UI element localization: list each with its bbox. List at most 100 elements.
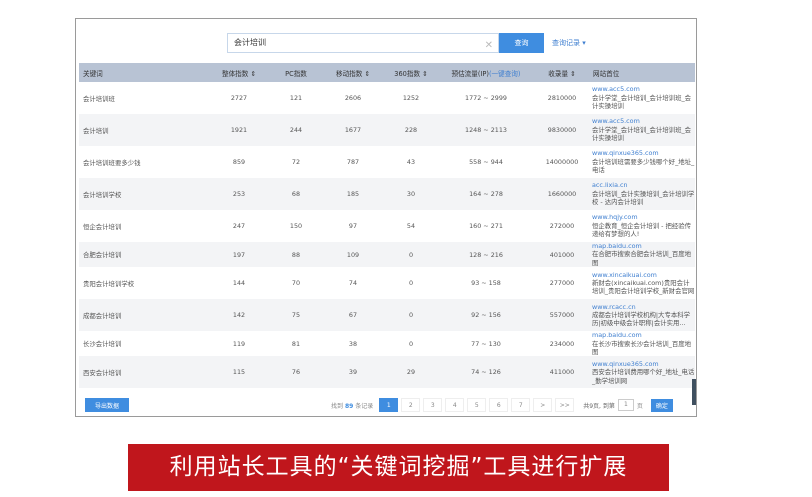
index-360-cell: 0 [408, 279, 414, 288]
record-count: 找到 89 条记录 [331, 402, 374, 410]
keyword-cell: 会计培训班要多少钱 [83, 158, 141, 167]
goto-ok-button[interactable]: 确定 [650, 398, 673, 412]
keyword-cell: 长沙会计培训 [83, 340, 122, 349]
site-domain-link[interactable]: www.acc5.com [592, 85, 695, 93]
indexed-cell: 401000 [549, 250, 575, 259]
page-button[interactable]: 7 [511, 398, 531, 412]
top-site-cell: acc.lixia.cn 会计培训_会计实操培训_会计培训学校 - 达内会计培训 [589, 178, 695, 210]
col-top-site: 网站首位 [593, 69, 620, 78]
index-360-cell: 0 [408, 311, 414, 320]
site-description: 新财会(xincaikuai.com)贵阳会计培训_贵阳会计培训学校_新财会官网 [592, 279, 695, 296]
page-button[interactable]: 5 [467, 398, 487, 412]
pc-index-cell: 75 [291, 311, 301, 320]
page-button[interactable]: 6 [489, 398, 509, 412]
page-button[interactable]: >> [555, 398, 575, 412]
mobile-index-cell: 2606 [344, 94, 362, 102]
site-domain-link[interactable]: www.qinxue365.com [592, 149, 695, 157]
index-360-cell: 29 [406, 368, 416, 377]
site-domain-link[interactable]: www.hqjy.com [592, 213, 695, 221]
traffic-cell: 1248 ~ 2113 [465, 126, 507, 134]
overall-index-cell: 197 [232, 250, 246, 259]
search-button[interactable]: 查询 [499, 33, 544, 53]
mobile-index-cell: 74 [348, 279, 358, 288]
pc-index-cell: 81 [291, 339, 301, 348]
indexed-cell: 234000 [549, 339, 575, 348]
top-site-cell: www.acc5.com 会计学堂_会计培训_会计培训班_会计实操培训 [589, 114, 695, 146]
site-domain-link[interactable]: www.rcacc.cn [592, 303, 695, 311]
mobile-index-cell: 1677 [344, 126, 362, 134]
scrollbar-thumb[interactable] [692, 379, 696, 405]
col-indexed[interactable]: 收录量 ⇕ [535, 63, 589, 82]
table-row: 西安会计培训 115 76 39 29 74 ~ 126 411000 www.qinxue3… [79, 356, 695, 389]
keyword-cell: 恒企会计培训 [83, 222, 122, 231]
site-domain-link[interactable]: www.xincaikuai.com [592, 271, 695, 279]
keyword-cell: 贵阳会计培训学校 [83, 279, 135, 288]
site-description: 会计培训_会计实操培训_会计培训学校 - 达内会计培训 [592, 189, 695, 207]
mobile-index-cell: 109 [346, 250, 360, 259]
pagination: 找到 89 条记录 1 2 3 4 5 6 7 > >> 共9页, 到第 1 页 确定 [331, 398, 673, 412]
overall-index-cell: 142 [232, 311, 246, 320]
overall-index-cell: 144 [232, 279, 246, 288]
site-domain-link[interactable]: www.qinxue365.com [592, 360, 695, 368]
col-360-index[interactable]: 360指数 ⇕ [385, 63, 437, 82]
page-unit: 页 [636, 402, 643, 410]
table-row: 贵阳会计培训学校 144 70 74 0 93 ~ 158 277000 www.xincai… [79, 267, 695, 300]
pc-index-cell: 244 [289, 126, 303, 134]
site-description: 在长沙市搜索长沙会计培训_百度地图 [592, 339, 692, 357]
site-description: 会计培训班需要多少钱哪个好_地址_电话 [592, 157, 695, 175]
page-button[interactable]: 1 [379, 398, 399, 412]
col-overall-index[interactable]: 整体指数 ⇕ [207, 63, 271, 82]
overall-index-cell: 247 [232, 222, 246, 230]
col-pc-index: PC指数 [285, 69, 307, 78]
pc-index-cell: 88 [291, 250, 301, 259]
table-row: 会计培训学校 253 68 185 30 164 ~ 278 1660000 acc.lixi… [79, 178, 695, 210]
clear-icon[interactable]: ✕ [485, 37, 493, 55]
traffic-cell: 164 ~ 278 [469, 190, 503, 198]
table-row: 成都会计培训 142 75 67 0 92 ~ 156 557000 www.rcacc.cn… [79, 299, 695, 332]
index-360-cell: 1252 [402, 94, 420, 102]
table-row: 恒企会计培训 247 150 97 54 160 ~ 271 272000 www.hqjy.… [79, 210, 695, 242]
page-button[interactable]: 4 [445, 398, 465, 412]
top-site-cell: www.xincaikuai.com 新财会(xincaikuai.com)贵阳会… [589, 267, 695, 299]
table-header-row: 关键词 整体指数 ⇕ PC指数 移动指数 ⇕ 360指数 ⇕ 预估流量(IP)(… [79, 63, 695, 82]
traffic-cell: 1772 ~ 2999 [465, 94, 507, 102]
top-site-cell: www.qinxue365.com 会计培训班需要多少钱哪个好_地址_电话 [589, 146, 695, 178]
page-button[interactable]: 3 [423, 398, 443, 412]
indexed-cell: 2810000 [547, 94, 577, 102]
search-input[interactable]: 会计培训 ✕ [227, 33, 499, 53]
overall-index-cell: 2727 [230, 94, 248, 102]
search-history-link[interactable]: 查询记录 ▾ [552, 38, 586, 48]
traffic-cell: 77 ~ 130 [471, 339, 501, 348]
table-row: 合肥会计培训 197 88 109 0 128 ~ 216 401000 map.baidu.… [79, 242, 695, 268]
site-domain-link[interactable]: acc.lixia.cn [592, 181, 695, 189]
site-description: 会计学堂_会计培训_会计培训班_会计实操培训 [592, 125, 692, 143]
overall-index-cell: 115 [232, 368, 246, 377]
col-mobile-index[interactable]: 移动指数 ⇕ [321, 63, 385, 82]
indexed-cell: 557000 [549, 311, 575, 320]
goto-page-input[interactable]: 1 [617, 399, 634, 411]
indexed-cell: 14000000 [545, 158, 579, 166]
pc-index-cell: 72 [291, 158, 301, 166]
site-domain-link[interactable]: www.acc5.com [592, 117, 695, 125]
table-row: 会计培训 1921 244 1677 228 1248 ~ 2113 9830000 www.… [79, 114, 695, 146]
mobile-index-cell: 185 [346, 190, 360, 198]
keyword-cell: 成都会计培训 [83, 311, 122, 320]
export-button[interactable]: 导出数据 [85, 398, 129, 412]
page-button[interactable]: > [533, 398, 553, 412]
top-site-cell: www.qinxue365.com 西安会计培训费用哪个好_地址_电话_勤学培训网 [589, 356, 695, 388]
index-360-cell: 0 [408, 339, 414, 348]
table-row: 长沙会计培训 119 81 38 0 77 ~ 130 234000 map.baidu.co… [79, 331, 695, 357]
col-keyword: 关键词 [83, 69, 103, 78]
site-domain-link[interactable]: map.baidu.com [592, 331, 695, 339]
traffic-cell: 160 ~ 271 [469, 222, 503, 230]
table-row: 会计培训班要多少钱 859 72 787 43 558 ~ 944 14000000 www.… [79, 146, 695, 178]
top-site-cell: www.acc5.com 会计学堂_会计培训_会计培训班_会计实操培训 [589, 82, 695, 114]
overall-index-cell: 859 [232, 158, 246, 166]
one-click-query-link[interactable]: (一键查询) [489, 70, 521, 78]
overall-index-cell: 253 [232, 190, 246, 198]
traffic-cell: 92 ~ 156 [471, 311, 501, 320]
overall-index-cell: 1921 [230, 126, 248, 134]
indexed-cell: 1660000 [547, 190, 577, 198]
screenshot-frame: 会计培训 ✕ 查询 查询记录 ▾ 关键词 整体指数 ⇕ PC指数 移动指数 ⇕ … [75, 18, 697, 417]
page-button[interactable]: 2 [401, 398, 421, 412]
